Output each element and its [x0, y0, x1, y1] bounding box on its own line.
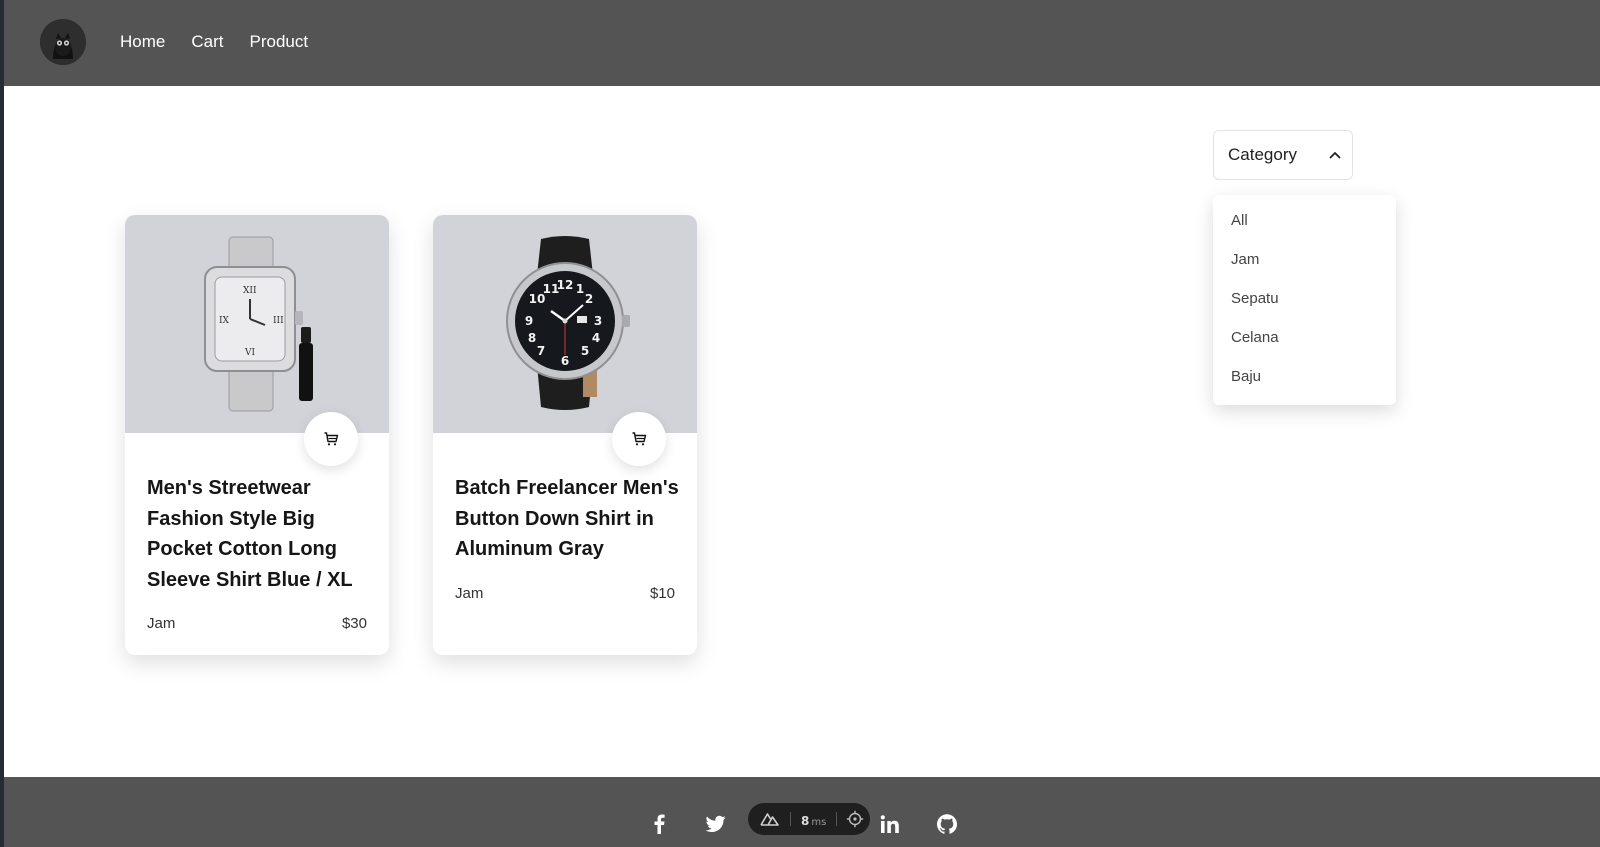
category-option-jam[interactable]: Jam — [1213, 248, 1396, 287]
nav-link-home[interactable]: Home — [120, 30, 165, 54]
svg-text:2: 2 — [585, 292, 593, 306]
add-to-cart-button[interactable] — [612, 412, 666, 466]
cart-icon — [324, 432, 339, 446]
add-to-cart-button[interactable] — [304, 412, 358, 466]
svg-text:IX: IX — [219, 316, 230, 326]
svg-text:1: 1 — [576, 282, 584, 296]
product-category: Jam — [147, 615, 176, 632]
category-dropdown-button[interactable]: Category — [1213, 130, 1353, 180]
github-icon[interactable] — [935, 812, 959, 836]
svg-text:VI: VI — [244, 348, 255, 358]
category-dropdown-menu: All Jam Sepatu Celana Baju — [1213, 195, 1396, 405]
category-option-sepatu[interactable]: Sepatu — [1213, 287, 1396, 326]
product-card[interactable]: 12 2 3 5 6 7 8 9 10 11 1 4 Batch Freelan… — [433, 215, 697, 655]
product-category: Jam — [455, 585, 484, 602]
facebook-icon[interactable] — [647, 812, 671, 836]
devtools-pill[interactable]: 8 ms — [748, 803, 870, 835]
black-watch-image: 12 2 3 5 6 7 8 9 10 11 1 4 — [506, 236, 630, 410]
category-option-baju[interactable]: Baju — [1213, 365, 1396, 404]
product-title[interactable]: Men's Streetwear Fashion Style Big Pocke… — [147, 473, 372, 595]
svg-text:5: 5 — [581, 344, 589, 358]
category-option-celana[interactable]: Celana — [1213, 326, 1396, 365]
render-time: 8 ms — [801, 810, 826, 829]
crosshair-icon[interactable] — [846, 810, 864, 828]
product-meta: Jam $10 — [455, 585, 675, 602]
product-title[interactable]: Batch Freelancer Men's Button Down Shirt… — [455, 473, 680, 565]
cart-icon — [632, 432, 647, 446]
svg-text:11: 11 — [543, 282, 560, 296]
svg-text:4: 4 — [592, 331, 600, 345]
product-image[interactable]: XII IX III VI — [125, 215, 389, 433]
silver-watch-image: XII IX III VI — [204, 236, 313, 412]
owl-logo-icon[interactable] — [40, 19, 86, 65]
product-price: $30 — [341, 615, 367, 632]
pill-divider — [836, 812, 838, 826]
pill-divider — [790, 812, 791, 826]
svg-text:3: 3 — [594, 314, 602, 328]
chevron-up-icon — [1329, 152, 1341, 159]
svg-text:XII: XII — [243, 286, 257, 296]
product-image[interactable]: 12 2 3 5 6 7 8 9 10 11 1 4 — [433, 215, 697, 433]
top-navbar: Home Cart Product — [4, 0, 1600, 86]
svg-text:7: 7 — [537, 344, 545, 358]
nav-link-cart[interactable]: Cart — [191, 30, 223, 54]
product-card[interactable]: XII IX III VI Men's Streetwear Fashion S… — [125, 215, 389, 655]
linkedin-icon[interactable] — [878, 812, 902, 836]
render-time-value: 8 — [801, 813, 810, 828]
svg-text:6: 6 — [561, 354, 569, 368]
product-price: $10 — [649, 585, 675, 602]
svg-text:III: III — [273, 316, 284, 326]
product-meta: Jam $30 — [147, 615, 367, 632]
nav-link-product[interactable]: Product — [249, 30, 308, 54]
category-label: Category — [1228, 145, 1297, 164]
nuxt-logo-icon — [760, 813, 779, 826]
render-time-unit: ms — [811, 816, 827, 828]
svg-text:8: 8 — [528, 331, 536, 345]
svg-text:9: 9 — [525, 314, 533, 328]
nav-links: Home Cart Product — [120, 30, 334, 54]
twitter-icon[interactable] — [704, 812, 728, 836]
category-option-all[interactable]: All — [1213, 209, 1396, 248]
